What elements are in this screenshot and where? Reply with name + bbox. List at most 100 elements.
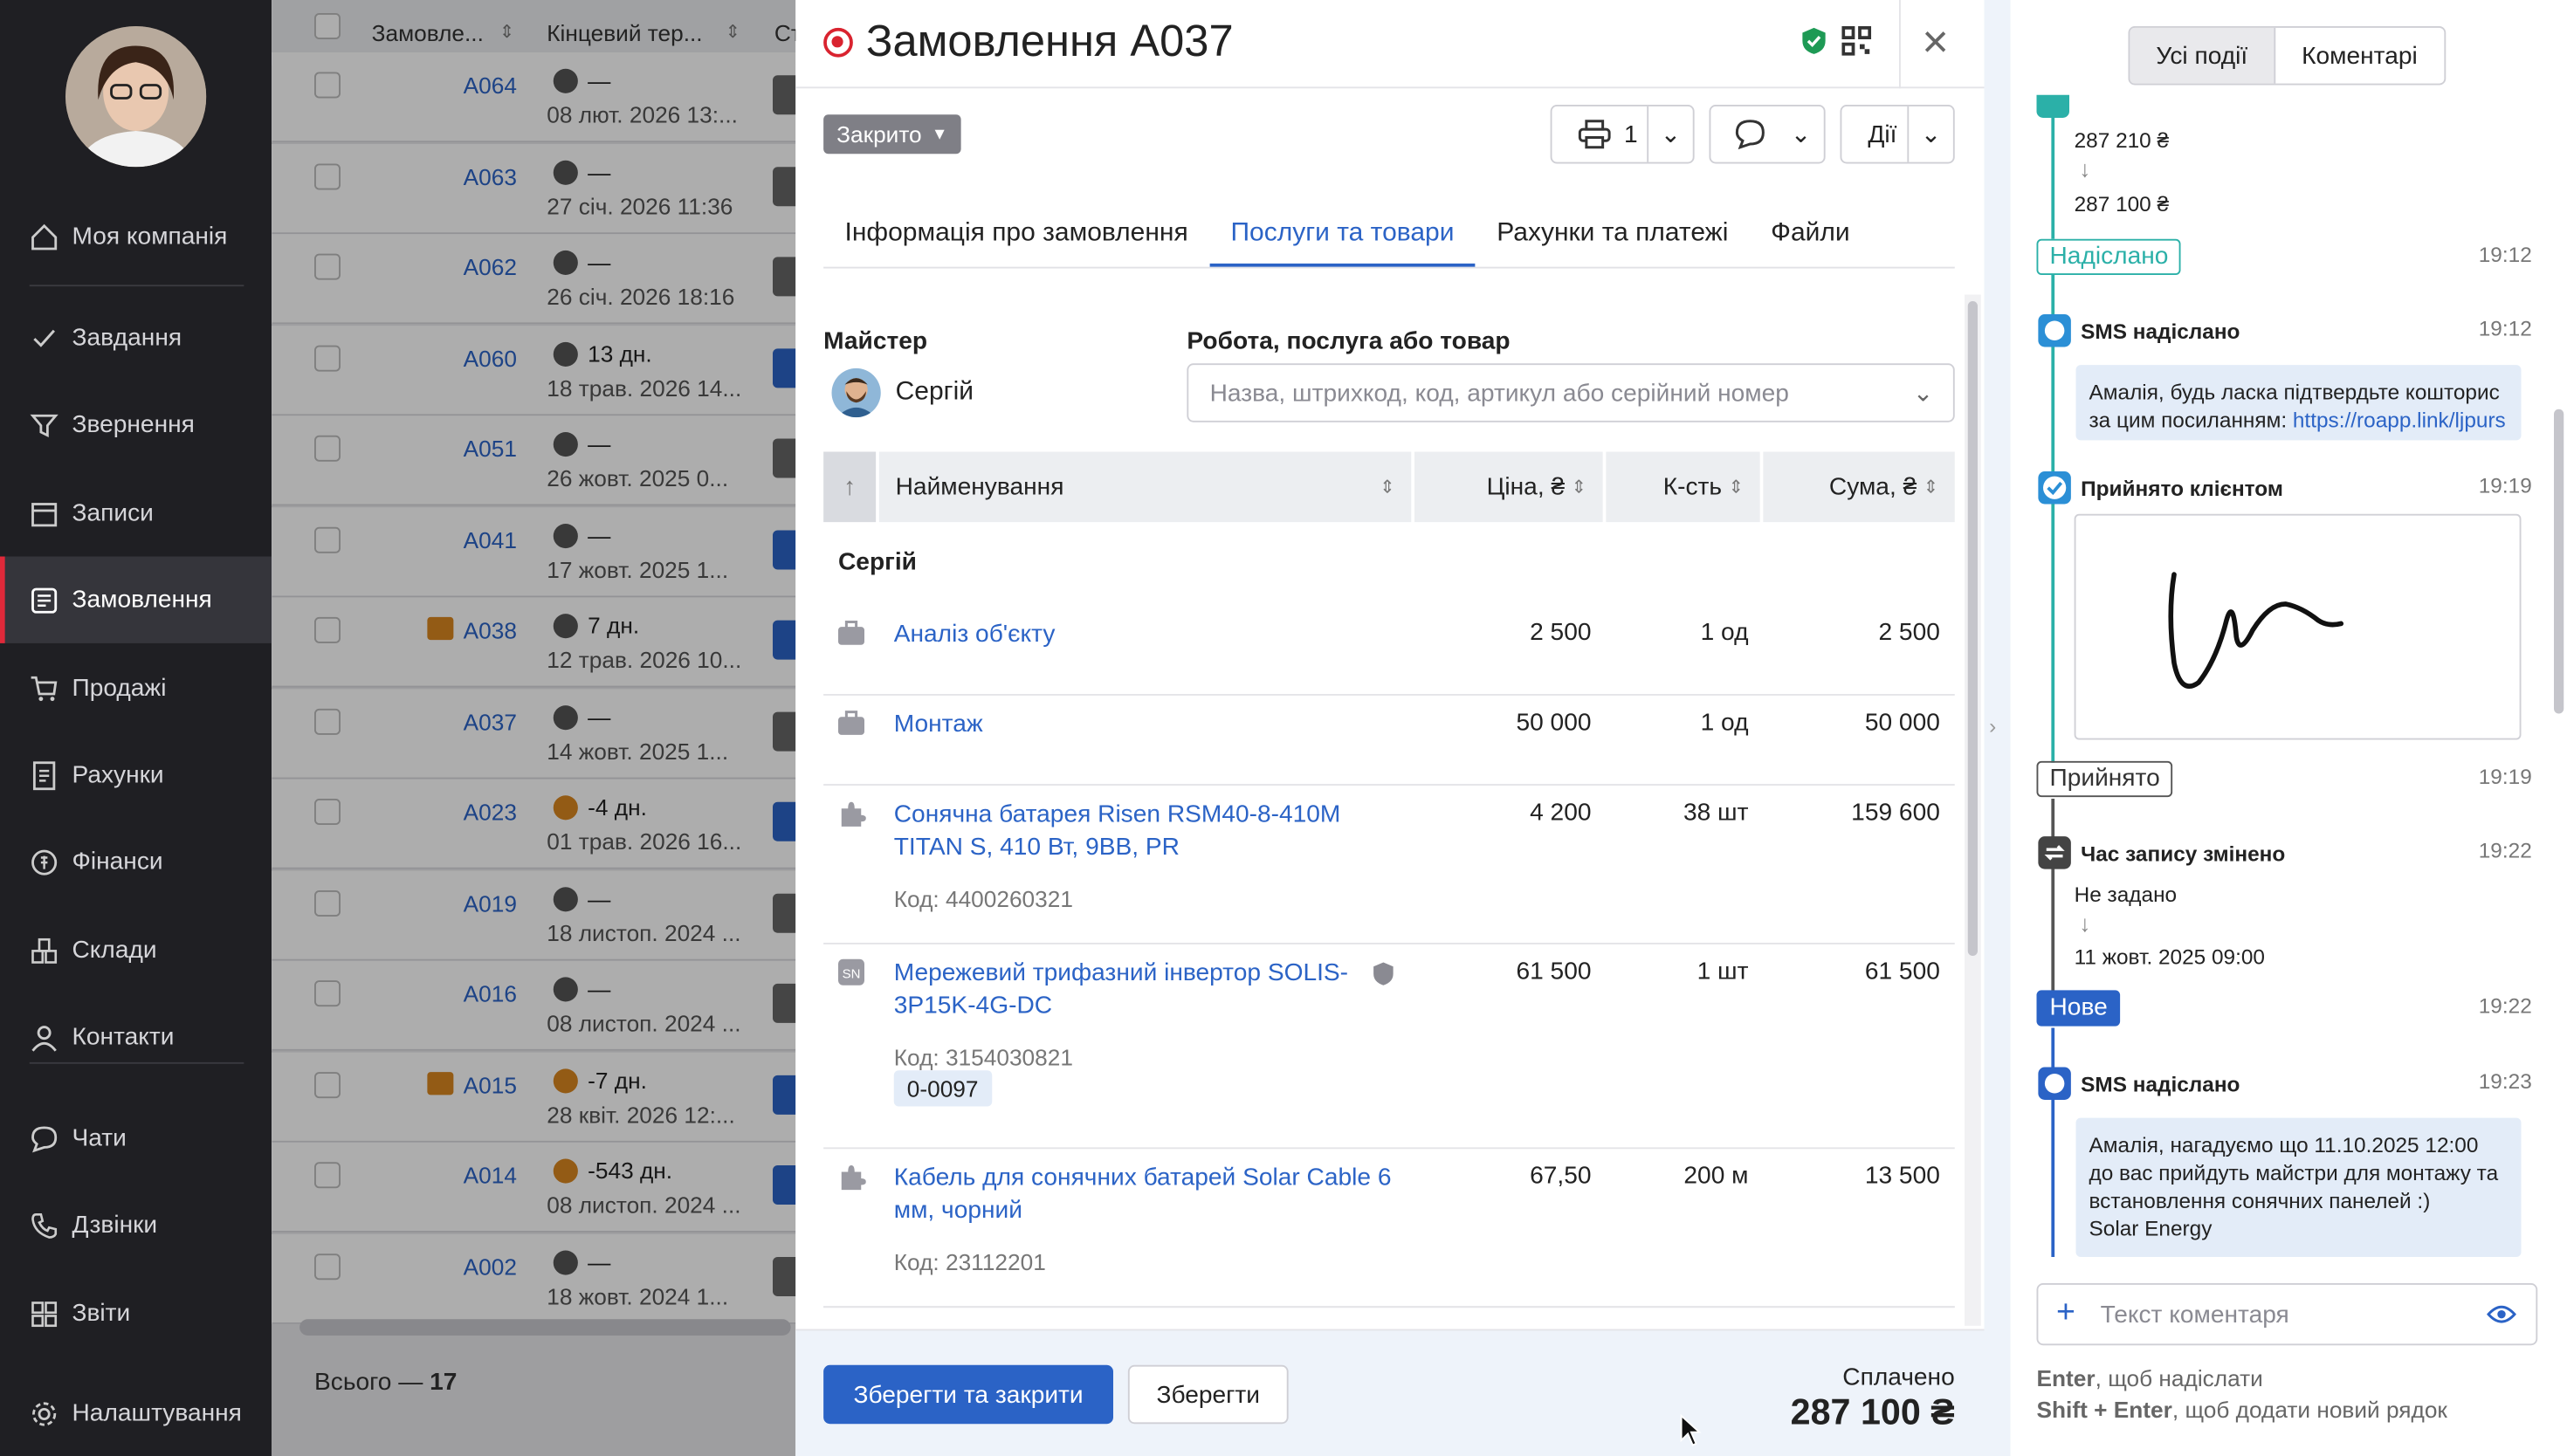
sidebar-item-12[interactable]: Звіти [0,1270,272,1356]
sidebar-item-10[interactable]: Чати [0,1095,272,1181]
shield-icon[interactable] [1801,26,1827,56]
sidebar-item-5[interactable]: Продажі [0,645,272,731]
save-and-close-button[interactable]: Зберегти та закрити [823,1364,1113,1425]
item-sum: 50 000 [1864,708,1940,737]
tab-services-goods[interactable]: Послуги та товари [1209,209,1476,267]
column-sum[interactable]: Сума, ₴ ⇕ [1763,451,1955,523]
item-row[interactable]: Сонячна батарея Risen RSM40-8-410M TITAN… [823,786,1955,944]
sidebar-item-3[interactable]: Записи [0,470,272,556]
tab-comments[interactable]: Коментарі [2274,27,2444,84]
plus-icon[interactable]: + [2056,1295,2075,1332]
message-button[interactable]: ⌄ [1709,105,1826,164]
sort-arrow-icon[interactable]: ↑ [823,451,877,523]
order-footer: Зберегти та закрити Зберегти Сплачено 28… [795,1329,1985,1456]
avatar[interactable] [65,26,207,168]
feed-scrollbar[interactable] [2550,105,2567,1447]
order-header: Замовлення A037 × [795,0,1985,89]
actions-label: Дії [1868,120,1897,148]
tab-all-events[interactable]: Усі події [2130,27,2275,84]
event-time: 19:19 [2478,764,2532,789]
status-dropdown[interactable]: Закрито ▼ [823,114,961,155]
item-price: 2 500 [1530,618,1592,647]
eye-icon[interactable] [2487,1303,2516,1326]
sidebar-item-6[interactable]: Рахунки [0,731,272,818]
item-row[interactable]: Монтаж 50 000 1 од 50 000 [823,696,1955,786]
event-time: 19:22 [2478,993,2532,1019]
panel-scrollbar[interactable] [1965,294,1981,1326]
chevron-down-icon[interactable]: ⌄ [1907,106,1953,162]
contacts-icon [31,1025,57,1051]
time-old: Не задано [2074,882,2178,907]
sidebar-divider [29,285,244,287]
print-count: 1 [1624,120,1638,148]
column-qty[interactable]: К-сть ⇕ [1606,451,1760,523]
calendar-icon [31,502,58,526]
save-button[interactable]: Зберегти [1127,1364,1289,1425]
item-price: 50 000 [1516,708,1592,737]
service-icon [836,619,866,649]
sidebar-item-label: Фінанси [72,848,163,876]
modal-overlay[interactable] [272,0,796,1456]
item-qty: 1 од [1700,708,1749,737]
item-price: 67,50 [1530,1162,1592,1191]
feed-tabs: Усі події Коментарі [2128,26,2446,86]
serial-number-tag[interactable]: 0-0097 [893,1070,992,1107]
chevron-down-icon[interactable]: ⌄ [1778,106,1824,162]
sms-link[interactable]: https://roapp.link/ljpurs [2293,408,2506,432]
order-panel: Замовлення A037 × Закрито ▼ 1 ⌄ ⌄ Дії ⌄ І… [795,0,1985,1456]
orders-icon [31,587,58,613]
product-icon [836,1162,866,1192]
item-name-link[interactable]: Монтаж [894,709,1401,742]
coin-icon [31,848,58,875]
tab-order-info[interactable]: Інформація про замовлення [823,209,1209,267]
item-name-link[interactable]: Сонячна батарея Risen RSM40-8-410M TITAN… [894,799,1401,864]
sidebar-item-13[interactable]: Налаштування [0,1370,272,1456]
sidebar-item-11[interactable]: Дзвінки [0,1182,272,1268]
signature-image[interactable] [2074,513,2522,740]
phone-icon [31,1212,58,1238]
record-status-icon [823,27,853,58]
check-icon [33,328,55,347]
paid-label: Сплачено [1842,1363,1955,1391]
sidebar-item-8[interactable]: Склади [0,907,272,993]
product-search-select[interactable]: Назва, штрихкод, код, артикул або серійн… [1187,363,1955,422]
tab-files[interactable]: Файли [1750,209,1871,267]
sidebar-item-0[interactable]: Моя компанія [0,193,272,279]
item-row[interactable]: Кабель для сонячних батарей Solar Cable … [823,1149,1955,1308]
sidebar-item-label: Склади [72,936,157,965]
sn-icon: SN [836,958,866,987]
service-icon [836,709,866,738]
sidebar-item-label: Звернення [72,410,195,439]
tab-invoices-payments[interactable]: Рахунки та платежі [1476,209,1750,267]
item-name-link[interactable]: Мережевий трифазний інвертор SOLIS-3P15K… [894,958,1401,1023]
printer-icon [1578,120,1611,149]
sidebar-item-label: Замовлення [72,586,212,615]
chevron-right-icon[interactable]: › [1989,714,1996,738]
column-name[interactable]: Найменування ⇕ [878,451,1412,523]
sidebar-item-9[interactable]: Контакти [0,993,272,1080]
column-price[interactable]: Ціна, ₴ ⇕ [1414,451,1603,523]
comment-input[interactable]: + Текст коментаря [2036,1283,2538,1346]
cart-icon [31,675,58,701]
event-time: 19:22 [2478,838,2532,863]
print-button[interactable]: 1 ⌄ [1550,105,1695,164]
item-row[interactable]: Аналіз об'єкту 2 500 1 од 2 500 [823,606,1955,696]
item-name-link[interactable]: Кабель для сонячних батарей Solar Cable … [894,1162,1401,1227]
chevron-down-icon: ⌄ [1912,380,1934,408]
close-icon[interactable]: × [1922,19,1949,65]
reports-icon [31,1301,58,1327]
item-qty: 200 м [1683,1162,1749,1191]
chevron-down-icon[interactable]: ⌄ [1647,106,1693,162]
actions-button[interactable]: Дії ⌄ [1840,105,1955,164]
sidebar-item-label: Чати [72,1124,127,1152]
item-name-link[interactable]: Аналіз об'єкту [894,619,1401,652]
sidebar-item-4[interactable]: Замовлення [0,556,272,643]
panel-divider[interactable]: › [1984,0,2011,1456]
sidebar-item-2[interactable]: Звернення [0,381,272,468]
item-row[interactable]: SN Мережевий трифазний інвертор SOLIS-3P1… [823,944,1955,1150]
time-change-icon [2038,836,2071,869]
sidebar-item-1[interactable]: Завдання [0,295,272,381]
master-name[interactable]: Сергій [896,378,974,408]
sidebar-item-7[interactable]: Фінанси [0,819,272,905]
qr-code-icon[interactable] [1841,26,1872,56]
